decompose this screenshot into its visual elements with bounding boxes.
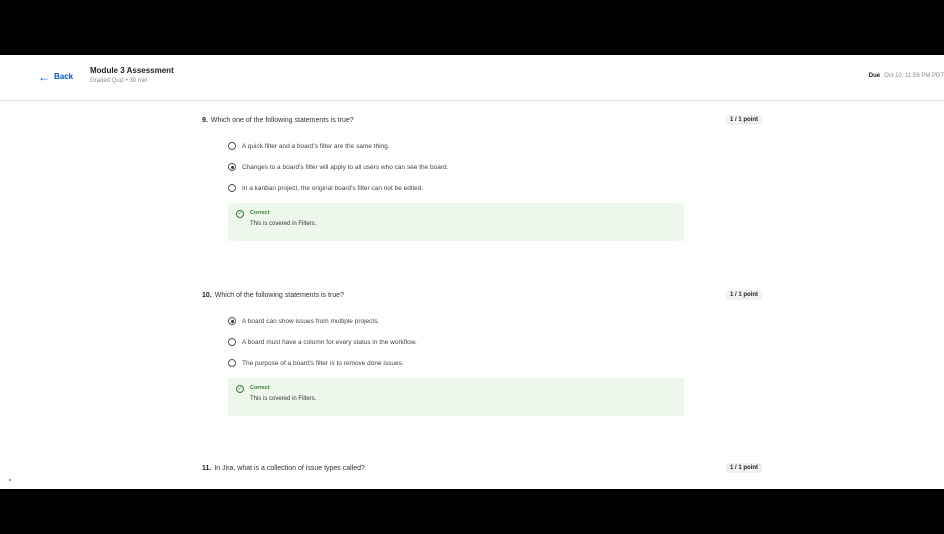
due-value: Oct 10, 11:59 PM PDT bbox=[884, 73, 944, 79]
check-circle-icon: ✓ bbox=[236, 210, 244, 218]
answer-option[interactable]: Changes to a board's filter will apply t… bbox=[228, 163, 448, 171]
radio-button[interactable] bbox=[228, 338, 236, 346]
question-number: 10. bbox=[202, 292, 212, 299]
option-label: In a kanban project, the original board'… bbox=[242, 184, 424, 192]
scroll-indicator bbox=[9, 479, 11, 481]
question-number: 11. bbox=[202, 465, 212, 472]
points-badge: 1 / 1 point bbox=[725, 463, 762, 473]
option-label: Changes to a board's filter will apply t… bbox=[242, 163, 449, 171]
radio-button[interactable] bbox=[228, 142, 236, 150]
answer-option[interactable]: A board can show issues from multiple pr… bbox=[228, 317, 379, 325]
arrow-left-icon: ← bbox=[38, 69, 50, 84]
feedback-text: This is covered in Filters. bbox=[250, 221, 317, 227]
page-header: ← Back Module 3 Assessment Graded Quiz •… bbox=[0, 55, 944, 101]
question-text: Which of the following statements is tru… bbox=[214, 292, 344, 299]
answer-option[interactable]: In a kanban project, the original board'… bbox=[228, 184, 423, 192]
answer-option[interactable]: The purpose of a board's filter is to re… bbox=[228, 359, 404, 367]
quiz-screen: ← Back Module 3 Assessment Graded Quiz •… bbox=[0, 55, 944, 489]
feedback-box: ✓ Correct This is covered in Filters. bbox=[228, 378, 684, 416]
radio-button[interactable] bbox=[228, 359, 236, 367]
points-badge: 1 / 1 point bbox=[725, 115, 762, 125]
radio-button[interactable] bbox=[228, 184, 236, 192]
option-label: A board can show issues from multiple pr… bbox=[242, 317, 380, 325]
radio-button-selected[interactable] bbox=[228, 163, 236, 171]
answer-option[interactable]: A board must have a column for every sta… bbox=[228, 338, 417, 346]
option-label: A board must have a column for every sta… bbox=[242, 338, 417, 346]
back-label: Back bbox=[54, 72, 74, 81]
feedback-box: ✓ Correct This is covered in Filters. bbox=[228, 203, 684, 241]
option-label: The purpose of a board's filter is to re… bbox=[242, 359, 404, 367]
points-badge: 1 / 1 point bbox=[725, 290, 762, 300]
due-label: Due bbox=[868, 73, 881, 79]
radio-button-selected[interactable] bbox=[228, 317, 236, 325]
question-number: 9. bbox=[202, 117, 208, 124]
question-title: 9. Which one of the following statements … bbox=[202, 117, 354, 124]
back-button[interactable]: ← Back bbox=[38, 69, 74, 84]
option-label: A quick filter and a board's filter are … bbox=[242, 142, 390, 150]
due-date: Due Oct 10, 11:59 PM PDT bbox=[869, 73, 944, 79]
question-text: In Jira, what is a collection of issue t… bbox=[214, 465, 365, 472]
check-circle-icon: ✓ bbox=[236, 385, 244, 393]
question-title: 11. In Jira, what is a collection of issu… bbox=[202, 465, 365, 472]
feedback-text: This is covered in Filters. bbox=[250, 396, 317, 402]
question-title: 10. Which of the following statements is … bbox=[202, 292, 344, 299]
assessment-title: Module 3 Assessment bbox=[90, 66, 174, 75]
feedback-status: Correct bbox=[250, 385, 270, 391]
feedback-status: Correct bbox=[250, 210, 270, 216]
assessment-subtitle: Graded Quiz • 30 min bbox=[90, 78, 148, 84]
assessment-heading: Module 3 Assessment Graded Quiz • 30 min bbox=[90, 66, 174, 84]
answer-option[interactable]: A quick filter and a board's filter are … bbox=[228, 142, 390, 150]
question-text: Which one of the following statements is… bbox=[210, 117, 354, 124]
